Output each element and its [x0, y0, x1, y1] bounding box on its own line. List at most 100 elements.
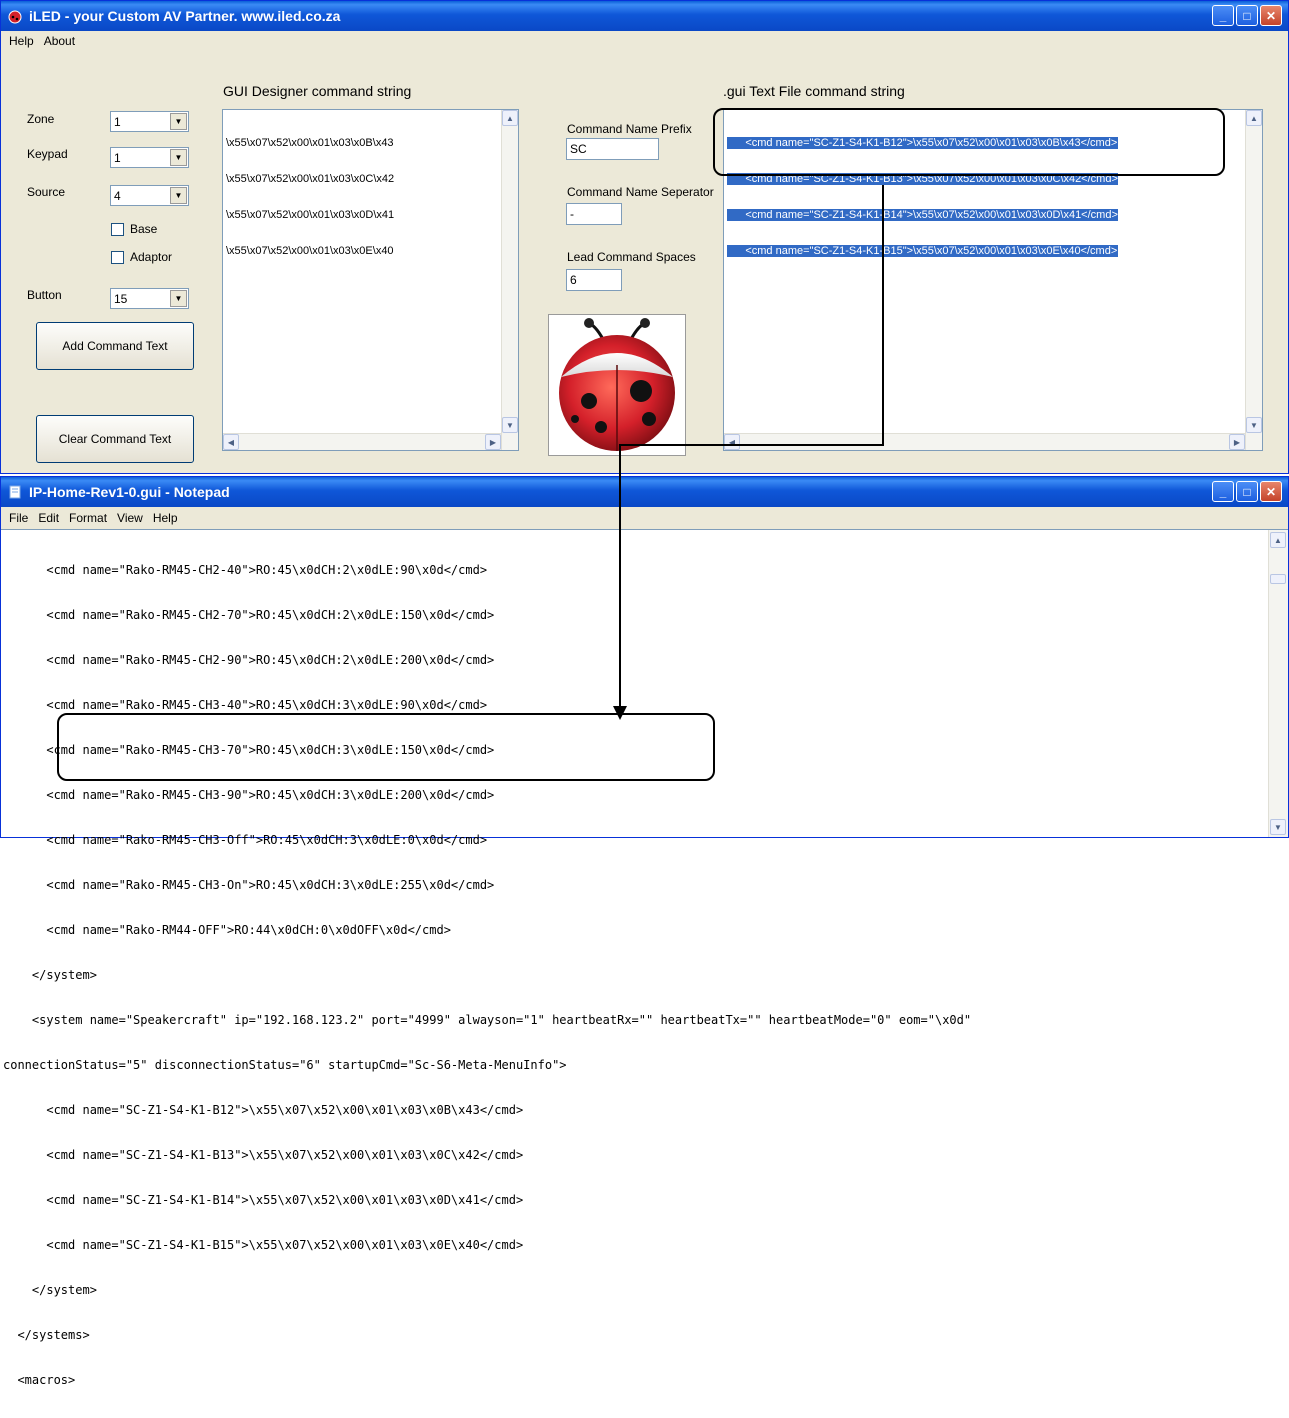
designer-line: \x55\x07\x52\x00\x01\x03\x0D\x41 [226, 209, 395, 221]
chevron-down-icon[interactable]: ▼ [170, 187, 187, 204]
notepad-content: <cmd name="Rako-RM45-CH2-40">RO:45\x0dCH… [3, 533, 971, 1418]
prefix-label: Command Name Prefix [567, 122, 692, 136]
close-button[interactable]: ✕ [1260, 481, 1282, 502]
scroll-left-icon[interactable]: ◀ [223, 434, 239, 450]
horizontal-scrollbar[interactable]: ◀ ▶ [223, 433, 501, 450]
notepad-title: IP-Home-Rev1-0.gui - Notepad [29, 484, 230, 500]
scroll-right-icon[interactable]: ▶ [1229, 434, 1245, 450]
iled-title: iLED - your Custom AV Partner. www.iled.… [29, 8, 341, 24]
designer-line: \x55\x07\x52\x00\x01\x03\x0E\x40 [226, 245, 394, 257]
button-value: 15 [114, 292, 128, 306]
chevron-down-icon[interactable]: ▼ [170, 113, 187, 130]
menu-format[interactable]: Format [69, 511, 107, 525]
chevron-down-icon[interactable]: ▼ [170, 290, 187, 307]
source-combo[interactable]: 4 ▼ [110, 185, 189, 206]
base-checkbox[interactable]: Base [111, 222, 157, 236]
iled-menubar: Help About [1, 31, 1288, 51]
vertical-scrollbar[interactable]: ▲ ▼ [1268, 530, 1288, 837]
scroll-right-icon[interactable]: ▶ [485, 434, 501, 450]
adaptor-label: Adaptor [130, 250, 173, 264]
code-line: <cmd name="SC-Z1-S4-K1-B13">\x55\x07\x52… [3, 1148, 524, 1162]
add-command-button[interactable]: Add Command Text [36, 322, 194, 370]
menu-help[interactable]: Help [9, 34, 34, 48]
scroll-down-icon[interactable]: ▼ [1246, 417, 1262, 433]
keypad-value: 1 [114, 151, 121, 165]
separator-label: Command Name Seperator [567, 185, 714, 199]
code-line: <cmd name="Rako-RM45-CH3-Off">RO:45\x0dC… [3, 833, 488, 847]
gui-designer-textarea[interactable]: \x55\x07\x52\x00\x01\x03\x0B\x43 \x55\x0… [222, 109, 519, 451]
gui-textfile-label: .gui Text File command string [723, 83, 905, 99]
code-line: <cmd name="Rako-RM45-CH2-40">RO:45\x0dCH… [3, 563, 488, 577]
source-value: 4 [114, 189, 121, 203]
scroll-up-icon[interactable]: ▲ [502, 110, 518, 126]
iled-window: iLED - your Custom AV Partner. www.iled.… [0, 0, 1289, 474]
checkbox-box[interactable] [111, 250, 124, 264]
vertical-scrollbar[interactable]: ▲ ▼ [501, 110, 518, 450]
code-line: <cmd name="SC-Z1-S4-K1-B15">\x55\x07\x52… [3, 1238, 524, 1252]
code-line: <cmd name="Rako-RM44-OFF">RO:44\x0dCH:0\… [3, 923, 451, 937]
scroll-down-icon[interactable]: ▼ [1270, 819, 1286, 835]
code-line: <cmd name="Rako-RM45-CH2-90">RO:45\x0dCH… [3, 653, 495, 667]
vertical-scrollbar[interactable]: ▲ ▼ [1245, 110, 1262, 450]
menu-edit[interactable]: Edit [38, 511, 59, 525]
scroll-left-icon[interactable]: ◀ [724, 434, 740, 450]
notepad-menubar: File Edit Format View Help [1, 507, 1288, 529]
selection-highlight [713, 108, 1225, 176]
chevron-down-icon[interactable]: ▼ [170, 149, 187, 166]
button-combo[interactable]: 15 ▼ [110, 288, 189, 309]
iled-titlebar[interactable]: iLED - your Custom AV Partner. www.iled.… [1, 1, 1288, 31]
code-line: <cmd name="SC-Z1-S4-K1-B14">\x55\x07\x52… [3, 1193, 524, 1207]
designer-line: \x55\x07\x52\x00\x01\x03\x0B\x43 [226, 137, 394, 149]
maximize-button[interactable]: □ [1236, 5, 1258, 26]
menu-about[interactable]: About [44, 34, 75, 48]
horizontal-scrollbar[interactable]: ◀ ▶ [724, 433, 1245, 450]
minimize-button[interactable]: _ [1212, 481, 1234, 502]
code-line: </system> [3, 968, 97, 982]
code-line: connectionStatus="5" disconnectionStatus… [3, 1058, 567, 1072]
code-line: <system name="Speakercraft" ip="192.168.… [3, 1013, 972, 1027]
notepad-window: IP-Home-Rev1-0.gui - Notepad _ □ ✕ File … [0, 476, 1289, 1387]
inserted-lines-highlight [57, 713, 715, 781]
menu-view[interactable]: View [117, 511, 143, 525]
checkbox-box[interactable] [111, 222, 124, 236]
code-line: </systems> [3, 1328, 90, 1342]
scroll-up-icon[interactable]: ▲ [1246, 110, 1262, 126]
ladybug-app-icon [7, 8, 23, 24]
code-line: <cmd name="Rako-RM45-CH2-70">RO:45\x0dCH… [3, 608, 495, 622]
notepad-titlebar[interactable]: IP-Home-Rev1-0.gui - Notepad _ □ ✕ [1, 477, 1288, 507]
zone-combo[interactable]: 1 ▼ [110, 111, 189, 132]
designer-line: \x55\x07\x52\x00\x01\x03\x0C\x42 [226, 173, 395, 185]
code-line: <cmd name="Rako-RM45-CH3-On">RO:45\x0dCH… [3, 878, 495, 892]
button-label: Button [27, 288, 62, 302]
keypad-label: Keypad [27, 147, 68, 161]
clear-command-button[interactable]: Clear Command Text [36, 415, 194, 463]
code-line: </system> [3, 1283, 97, 1297]
code-line: <cmd name="Rako-RM45-CH3-90">RO:45\x0dCH… [3, 788, 495, 802]
lead-spaces-input[interactable]: 6 [566, 269, 622, 291]
ladybug-logo [548, 314, 686, 456]
keypad-combo[interactable]: 1 ▼ [110, 147, 189, 168]
gui-line: <cmd name="SC-Z1-S4-K1-B15">\x55\x07\x52… [727, 245, 1118, 257]
zone-label: Zone [27, 112, 55, 126]
close-button[interactable]: ✕ [1260, 5, 1282, 26]
maximize-button[interactable]: □ [1236, 481, 1258, 502]
code-line: <macros> [3, 1373, 76, 1387]
lead-spaces-label: Lead Command Spaces [567, 250, 696, 264]
gui-line: <cmd name="SC-Z1-S4-K1-B14">\x55\x07\x52… [727, 209, 1118, 221]
gui-designer-label: GUI Designer command string [223, 83, 412, 99]
scroll-up-icon[interactable]: ▲ [1270, 532, 1286, 548]
prefix-input[interactable]: SC [566, 138, 659, 160]
adaptor-checkbox[interactable]: Adaptor [111, 250, 172, 264]
menu-help[interactable]: Help [153, 511, 178, 525]
code-line: <cmd name="Rako-RM45-CH3-40">RO:45\x0dCH… [3, 698, 488, 712]
source-label: Source [27, 185, 66, 199]
scroll-down-icon[interactable]: ▼ [502, 417, 518, 433]
separator-input[interactable]: - [566, 203, 622, 225]
base-label: Base [130, 222, 158, 236]
menu-file[interactable]: File [9, 511, 28, 525]
zone-value: 1 [114, 115, 121, 129]
scroll-thumb[interactable] [1270, 574, 1286, 584]
minimize-button[interactable]: _ [1212, 5, 1234, 26]
code-line: <cmd name="SC-Z1-S4-K1-B12">\x55\x07\x52… [3, 1103, 524, 1117]
notepad-app-icon [7, 484, 23, 500]
